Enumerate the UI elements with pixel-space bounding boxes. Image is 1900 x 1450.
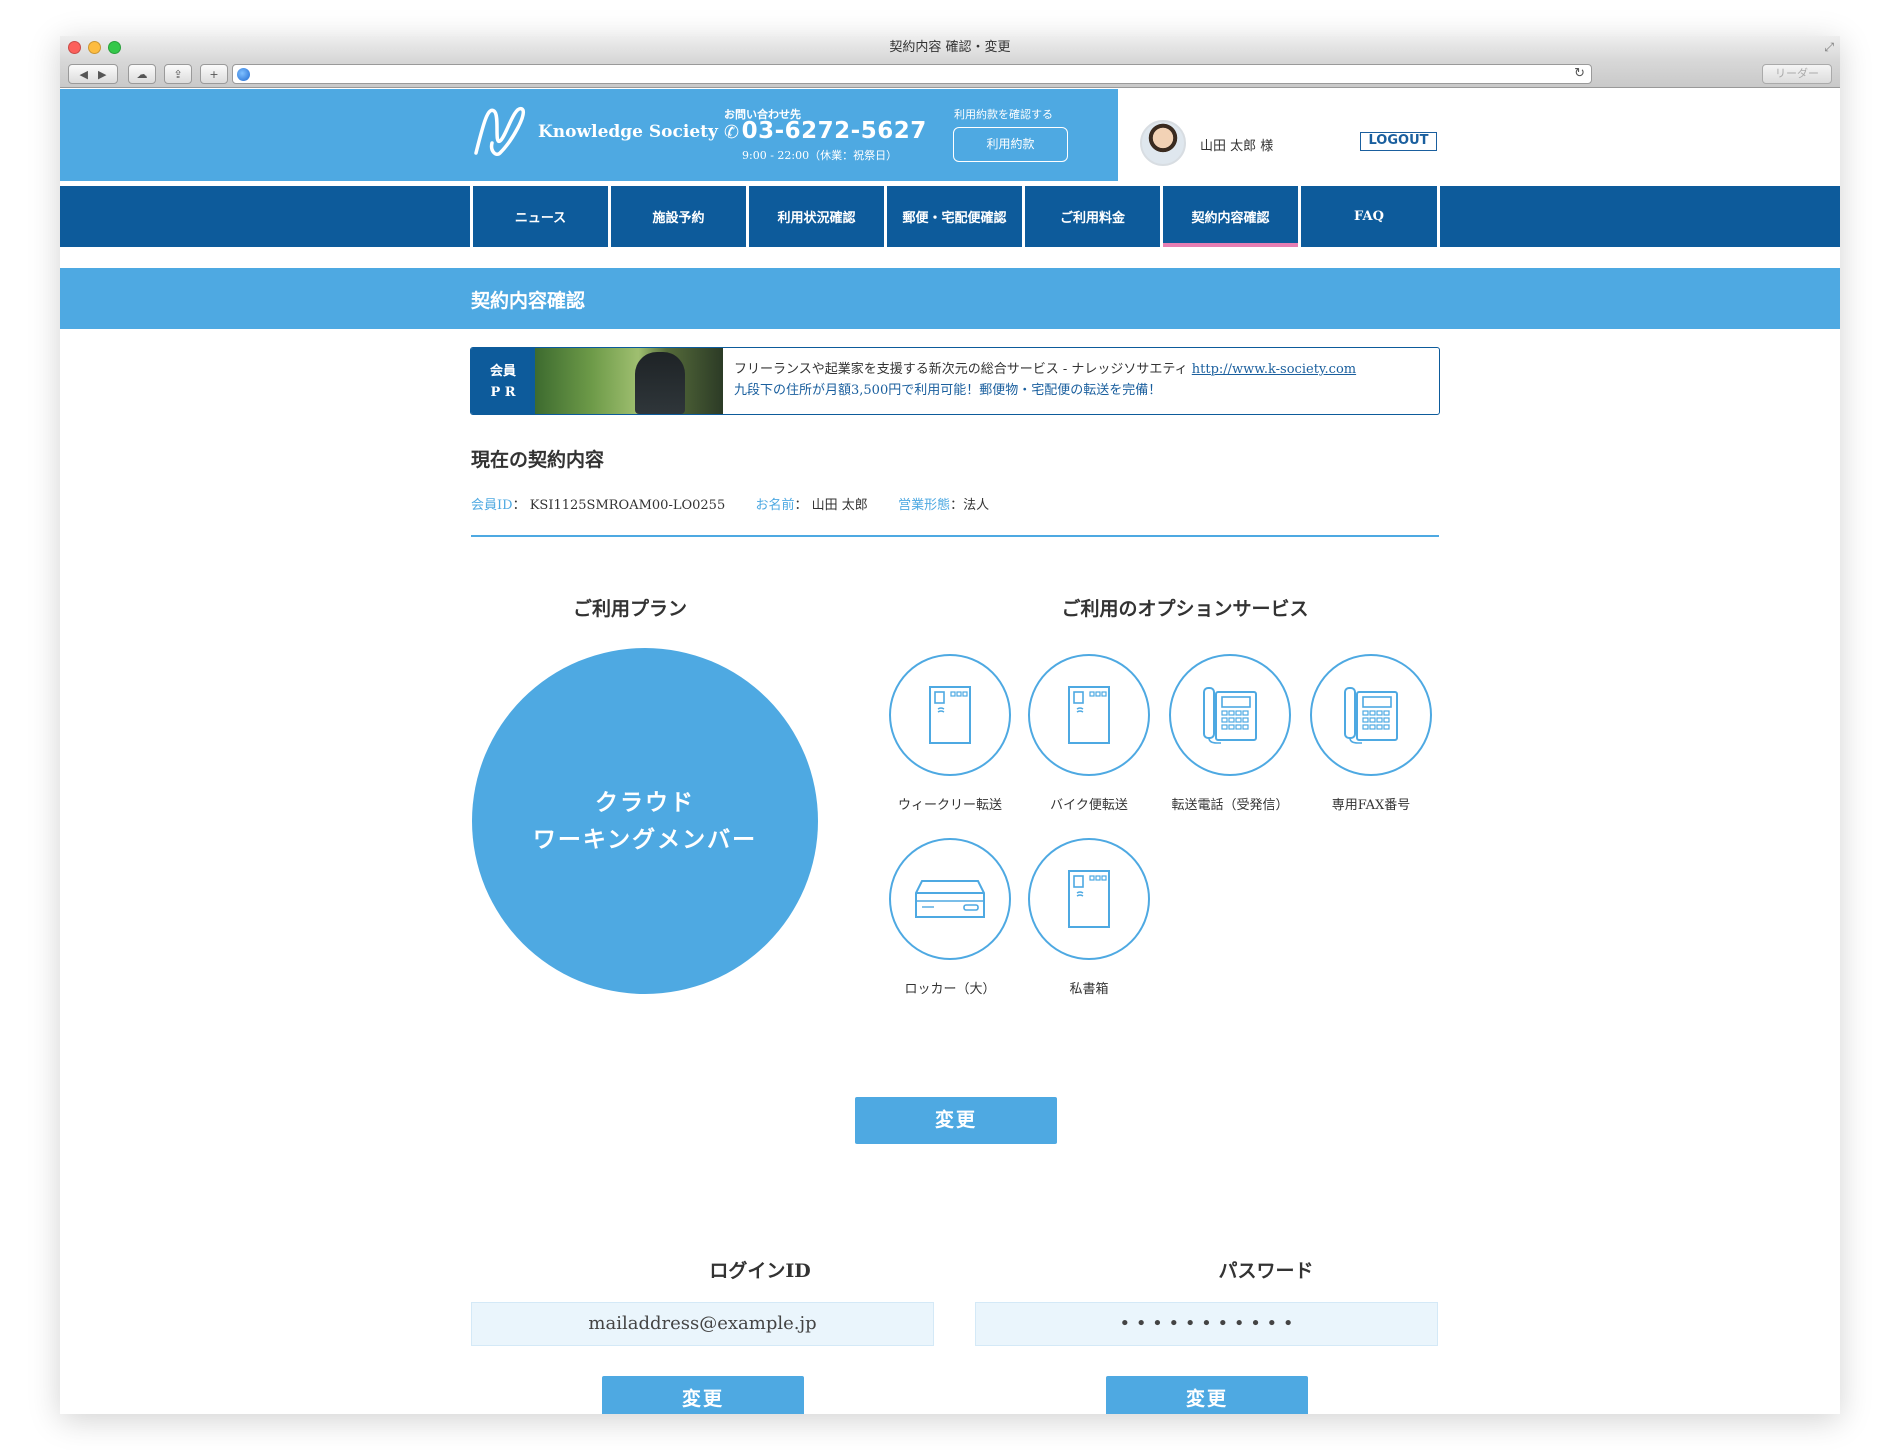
cloud-icon: ☁ [136, 67, 148, 81]
terms-button[interactable]: 利用約款 [953, 127, 1068, 162]
page-title-band: 契約内容確認 [60, 268, 1840, 329]
nav-label: 利用状況確認 [777, 211, 856, 226]
business-type-label: 営業形態 [898, 498, 951, 513]
avatar [1140, 120, 1186, 166]
nav-label: 契約内容確認 [1191, 211, 1270, 226]
option-weekly-forwarding: ウィークリー転送 [880, 654, 1020, 813]
password-field[interactable]: • • • • • • • • • • • [975, 1302, 1438, 1346]
login-id-label: ログインID [709, 1260, 811, 1282]
minimize-window-button[interactable] [88, 41, 101, 54]
nav-label: 施設予約 [652, 211, 705, 226]
options-heading: ご利用のオプションサービス [1061, 598, 1309, 620]
option-po-box: 私書箱 [1019, 838, 1159, 997]
icloud-tabs-button[interactable]: ☁ [128, 64, 156, 84]
back-forward-buttons[interactable]: ◀ ▶ [68, 64, 118, 84]
envelope-icon [1068, 686, 1110, 744]
nav-label: ご利用料金 [1059, 211, 1125, 226]
forward-icon[interactable]: ▶ [98, 68, 106, 81]
reload-icon[interactable]: ↻ [1574, 66, 1585, 81]
new-tab-button[interactable]: + [200, 64, 228, 84]
nav-label: 郵便・宅配便確認 [902, 211, 1007, 226]
nav-item-facility-booking[interactable]: 施設予約 [608, 186, 746, 247]
member-id-label: 会員ID [471, 498, 513, 513]
pr-text: フリーランスや起業家を支援する新次元の総合サービス - ナレッジソサエティ ht… [734, 359, 1356, 401]
plan-circle: クラウド ワーキングメンバー [472, 648, 818, 994]
phone-icon [1203, 687, 1257, 744]
pr-label: 会員 P R [471, 348, 535, 414]
login-id-field[interactable]: mailaddress@example.jp [471, 1302, 934, 1346]
option-phone-forwarding: 転送電話（受発信） [1160, 654, 1300, 813]
phone-handset-icon: ✆ [724, 122, 740, 143]
browser-toolbar: ◀ ▶ ☁ ⇪ + ↻ リーダー [60, 60, 1840, 88]
plan-name-line2: ワーキングメンバー [532, 826, 758, 853]
plus-icon: + [209, 67, 219, 81]
envelope-icon [1068, 870, 1110, 928]
name-value: 山田 太郎 [811, 498, 868, 513]
password-label: パスワード [1218, 1260, 1314, 1282]
phone-icon [1344, 687, 1398, 744]
name-label: お名前 [755, 498, 795, 513]
option-label: 私書箱 [1069, 982, 1109, 997]
username: 山田 太郎 様 [1200, 139, 1274, 154]
plan-name-line1: クラウド [595, 789, 695, 816]
globe-icon [237, 68, 250, 81]
option-label: バイク便転送 [1050, 798, 1128, 813]
window-title: 契約内容 確認・変更 [889, 40, 1011, 55]
change-login-id-button[interactable]: 変更 [602, 1376, 804, 1414]
logout-button[interactable]: LOGOUT [1360, 132, 1437, 151]
business-type-value: 法人 [963, 498, 990, 513]
pr-label-line1: 会員 [489, 364, 516, 379]
phone-number: ✆03-6272-5627 [724, 118, 927, 144]
divider [471, 535, 1439, 537]
change-password-button[interactable]: 変更 [1106, 1376, 1308, 1414]
option-bike-courier: バイク便転送 [1019, 654, 1159, 813]
address-bar[interactable]: ↻ [232, 64, 1592, 84]
back-icon[interactable]: ◀ [80, 68, 88, 81]
share-button[interactable]: ⇪ [164, 64, 192, 84]
pr-label-line2: P R [490, 385, 516, 400]
option-locker-large: ロッカー（大） [880, 838, 1020, 997]
page-title: 契約内容確認 [471, 290, 586, 312]
option-label: 転送電話（受発信） [1171, 798, 1289, 813]
option-fax-number: 専用FAX番号 [1301, 654, 1441, 813]
pr-banner: 会員 P R フリーランスや起業家を支援する新次元の総合サービス - ナレッジソ… [470, 347, 1440, 415]
fullscreen-icon[interactable]: ⤢ [1824, 40, 1834, 55]
option-label: 専用FAX番号 [1331, 798, 1411, 813]
option-label: ウィークリー転送 [897, 798, 1002, 813]
current-contract-heading: 現在の契約内容 [471, 449, 605, 471]
pr-photo [535, 348, 723, 414]
change-contract-button[interactable]: 変更 [855, 1097, 1057, 1144]
main-nav: ニュース 施設予約 利用状況確認 郵便・宅配便確認 ご利用料金 契約内容確認 F… [60, 186, 1840, 247]
window-controls [68, 41, 121, 54]
terms-label: 利用約款を確認する [954, 108, 1053, 121]
title-bar: 契約内容 確認・変更 ⤢ [60, 36, 1840, 60]
zoom-window-button[interactable] [108, 41, 121, 54]
nav-item-usage-status[interactable]: 利用状況確認 [746, 186, 884, 247]
phone-text: 03-6272-5627 [741, 118, 927, 144]
option-label: ロッカー（大） [904, 982, 996, 997]
pr-link[interactable]: http://www.k-society.com [1192, 362, 1356, 377]
logo-text[interactable]: Knowledge Society [538, 122, 718, 142]
reader-button[interactable]: リーダー [1762, 64, 1832, 84]
nav-item-fees[interactable]: ご利用料金 [1022, 186, 1160, 247]
plan-heading: ご利用プラン [572, 598, 687, 620]
nav-label: FAQ [1354, 209, 1384, 224]
contract-meta: 会員ID： KSI1125SMROAM00-LO0255 お名前： 山田 太郎 … [471, 498, 990, 513]
member-id-value: KSI1125SMROAM00-LO0255 [529, 498, 726, 513]
browser-window: 契約内容 確認・変更 ⤢ ◀ ▶ ☁ ⇪ + ↻ リーダー Knowledge S… [60, 36, 1840, 1414]
nav-item-news[interactable]: ニュース [470, 186, 608, 247]
nav-item-contract[interactable]: 契約内容確認 [1160, 186, 1298, 247]
pr-line2: 九段下の住所が月額3,500円で利用可能！郵便物・宅配便の転送を完備！ [734, 383, 1162, 398]
envelope-icon [929, 686, 971, 744]
nav-item-faq[interactable]: FAQ [1298, 186, 1440, 247]
logo-icon[interactable] [470, 101, 530, 159]
nav-item-mail-parcel[interactable]: 郵便・宅配便確認 [884, 186, 1022, 247]
nav-label: ニュース [514, 211, 567, 226]
share-icon: ⇪ [173, 67, 183, 81]
pr-line1: フリーランスや起業家を支援する新次元の総合サービス - ナレッジソサエティ [734, 362, 1188, 377]
locker-icon [915, 880, 985, 918]
business-hours: 9:00 - 22:00（休業：祝祭日） [742, 149, 898, 162]
close-window-button[interactable] [68, 41, 81, 54]
